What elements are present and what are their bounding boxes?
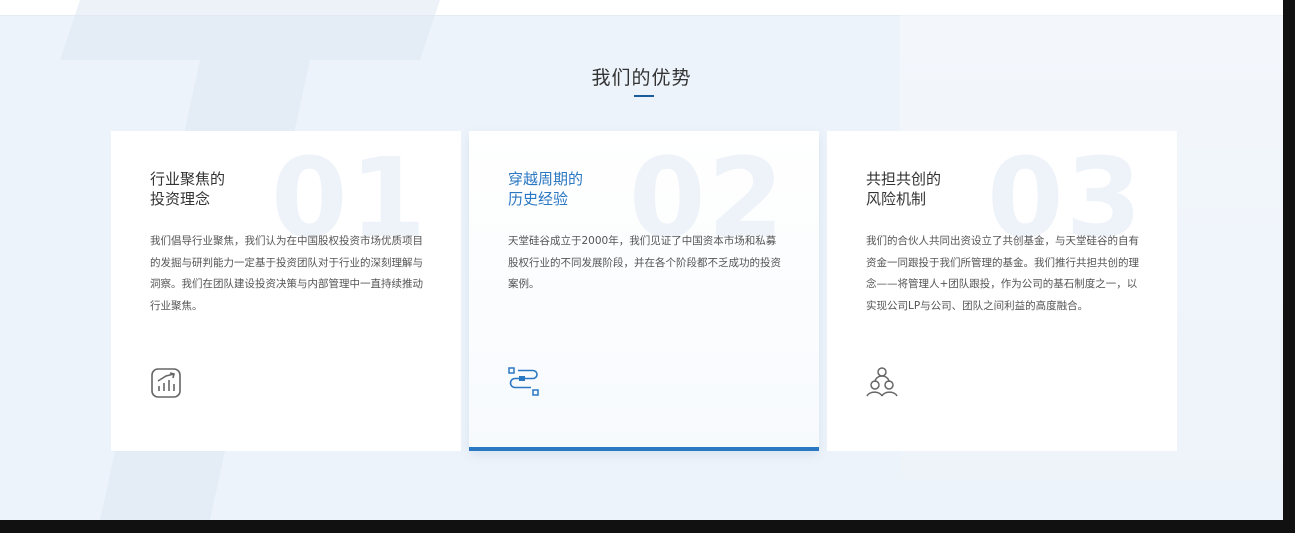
section-title: 我们的优势 (591, 67, 692, 89)
card-description: 天堂硅谷成立于2000年，我们见证了中国资本市场和私募股权行业的不同发展阶段，并… (508, 235, 781, 290)
advantage-card-2[interactable]: 02 穿越周期的 历史经验 天堂硅谷成立于2000年，我们见证了中国资本市场和私… (469, 131, 819, 451)
growth-chart-icon (151, 368, 181, 398)
card-title-line1: 共担共创的 (866, 170, 942, 188)
team-people-icon (866, 367, 898, 397)
title-underline (634, 95, 654, 97)
card-title-line1: 穿越周期的 (508, 170, 584, 188)
card-title-line1: 行业聚焦的 (150, 170, 226, 188)
card-title-line2: 投资理念 (150, 190, 211, 208)
card-title: 行业聚焦的 投资理念 (150, 169, 330, 209)
advantage-card-3[interactable]: 03 共担共创的 风险机制 我们的合伙人共同出资设立了共创基金，与天堂硅谷的自有… (827, 131, 1177, 451)
advantage-card-1[interactable]: 01 行业聚焦的 投资理念 我们倡导行业聚焦，我们认为在中国股权投资市场优质项目… (111, 131, 461, 451)
card-title: 共担共创的 风险机制 (866, 169, 1046, 209)
card-title: 穿越周期的 历史经验 (508, 169, 688, 209)
card-title-line2: 风险机制 (866, 190, 927, 208)
card-title-line2: 历史经验 (508, 190, 569, 208)
card-description: 我们倡导行业聚焦，我们认为在中国股权投资市场优质项目的发掘与研判能力一定基于投资… (150, 235, 423, 312)
process-flow-icon (508, 367, 539, 396)
advantages-section: 我们的优势 01 行业聚焦的 投资理念 我们倡导行业聚焦，我们认为在中国股权投资… (0, 0, 1283, 520)
card-description: 我们的合伙人共同出资设立了共创基金，与天堂硅谷的自有资金一同跟投于我们所管理的基… (866, 235, 1139, 312)
